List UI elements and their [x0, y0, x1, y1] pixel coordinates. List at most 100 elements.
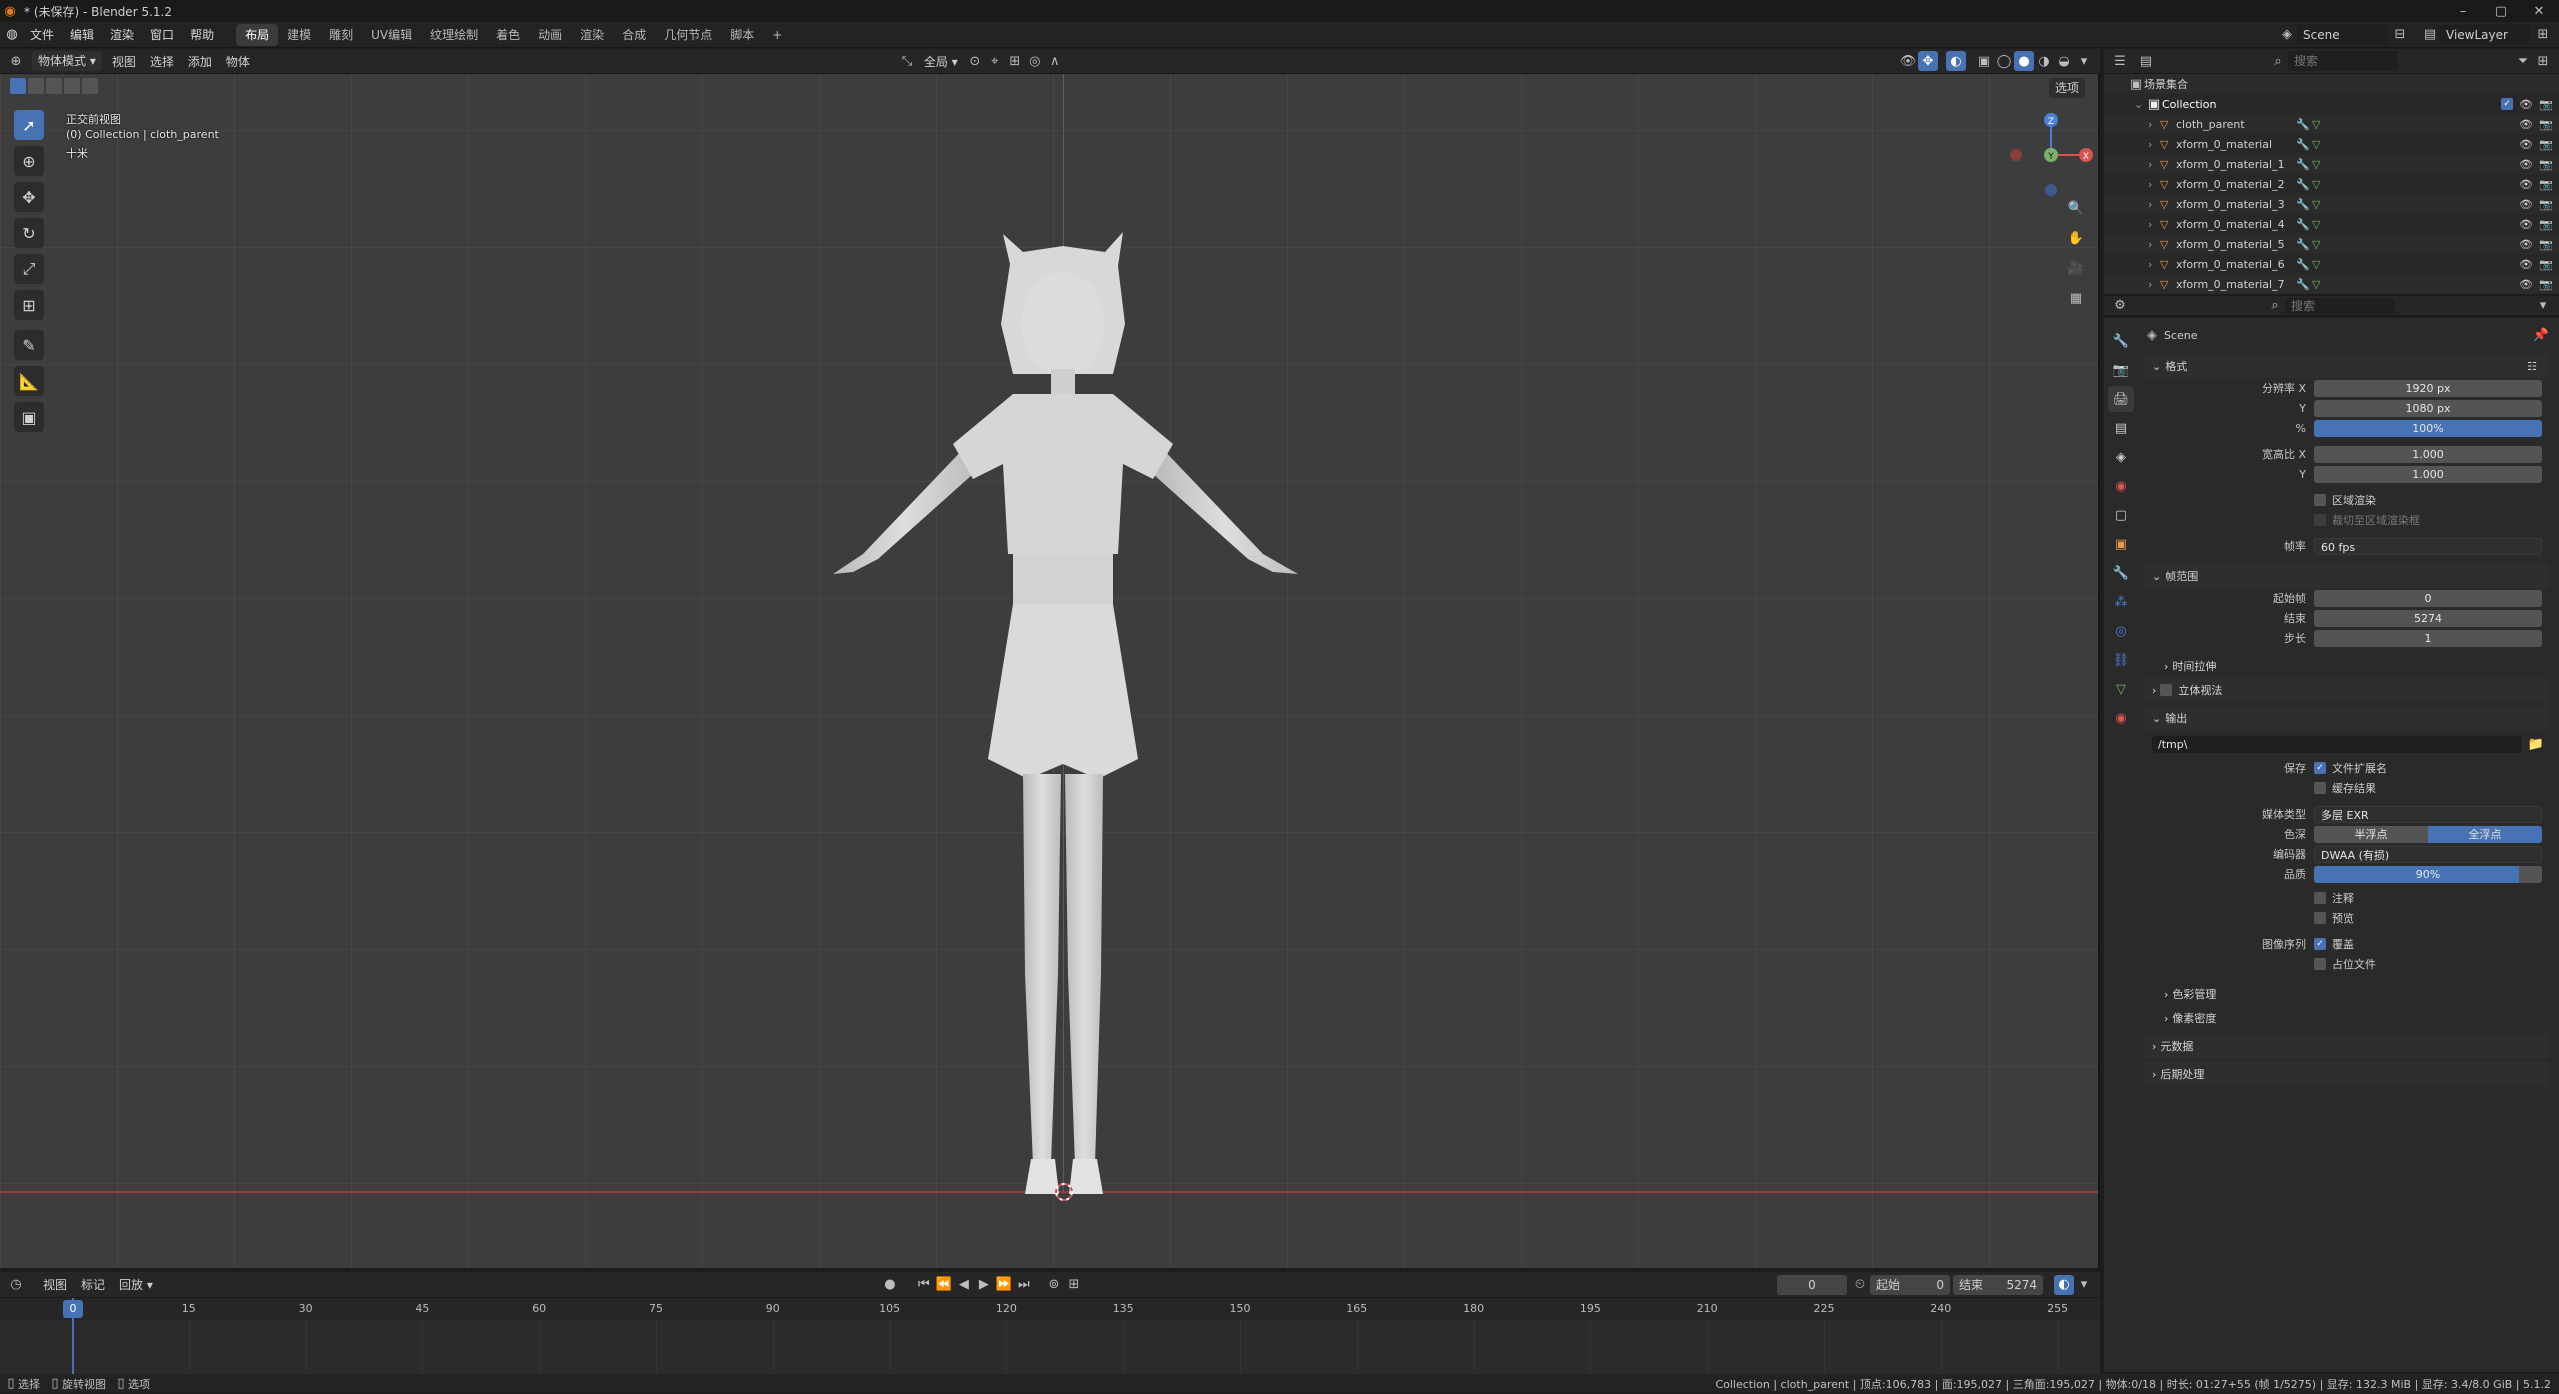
expand-arrow-icon[interactable]: › — [2148, 138, 2160, 151]
world-tab-icon[interactable]: ◉ — [2108, 473, 2134, 499]
3d-cursor-icon[interactable] — [1052, 1180, 1076, 1204]
properties-search-input[interactable]: 搜索 — [2285, 297, 2395, 314]
properties-editor-icon[interactable]: ⚙ — [2110, 296, 2130, 316]
eye-icon[interactable]: 👁 — [2519, 118, 2539, 131]
panel-metadata-header[interactable]: › 元数据 — [2144, 1034, 2549, 1058]
menu-edit[interactable]: 编辑 — [62, 22, 102, 48]
overwrite-checkbox[interactable]: ✓ — [2314, 938, 2326, 950]
placeholders-checkbox[interactable] — [2314, 958, 2326, 970]
crop-region-checkbox[interactable] — [2314, 514, 2326, 526]
full-float-button[interactable]: 全浮点 — [2428, 825, 2542, 843]
tab-texture-paint[interactable]: 纹理绘制 — [421, 24, 487, 46]
camera-icon[interactable]: 📷 — [2539, 138, 2559, 151]
close-icon[interactable]: ✕ — [2529, 1, 2549, 21]
outliner-row-object[interactable]: › ▽ xform_0_material_5 🔧 ▽ 👁 📷 — [2104, 234, 2559, 254]
expand-arrow-icon[interactable]: › — [2148, 278, 2160, 291]
menu-window[interactable]: 窗口 — [142, 22, 182, 48]
select-new-icon[interactable] — [10, 78, 26, 94]
camera-icon[interactable]: 📷 — [2539, 158, 2559, 171]
timeline-options-icon[interactable]: ▾ — [2074, 1275, 2094, 1295]
tab-sculpting[interactable]: 雕刻 — [320, 24, 362, 46]
tab-animation[interactable]: 动画 — [529, 24, 571, 46]
new-viewlayer-icon[interactable]: ⊞ — [2533, 25, 2553, 45]
play-icon[interactable]: ▶ — [974, 1275, 994, 1295]
physics-tab-icon[interactable]: ◎ — [2108, 618, 2134, 644]
mode-selector[interactable]: 物体模式 ▾ — [32, 51, 102, 71]
outliner-row-object[interactable]: › ▽ xform_0_material_2 🔧 ▽ 👁 📷 — [2104, 174, 2559, 194]
scene-tab-icon[interactable]: ◈ — [2108, 444, 2134, 470]
outliner-row-object[interactable]: › ▽ cloth_parent 🔧 ▽ 👁 📷 — [2104, 114, 2559, 134]
visibility-icon[interactable]: 👁 — [1898, 51, 1918, 71]
camera-view-icon[interactable]: 🎥 — [2066, 258, 2086, 278]
outliner-row-object[interactable]: › ▽ xform_0_material 🔧 ▽ 👁 📷 — [2104, 134, 2559, 154]
codec-dropdown[interactable]: DWAA (有损) — [2314, 845, 2542, 863]
aspect-y-field[interactable]: 1.000 — [2314, 465, 2542, 483]
expand-arrow-icon[interactable]: › — [2148, 178, 2160, 191]
pin-icon[interactable]: ⊟ — [2390, 25, 2410, 45]
scale-tool[interactable]: ⤢ — [14, 254, 44, 284]
res-y-field[interactable]: 1080 px — [2314, 399, 2542, 417]
region-render-checkbox[interactable] — [2314, 494, 2326, 506]
annotate-tool[interactable]: ✎ — [14, 330, 44, 360]
view-menu[interactable]: 视图 — [105, 53, 143, 70]
transform-orientation[interactable]: 全局 ▾ — [917, 53, 965, 70]
navigation-gizmo[interactable]: Z X Y — [2006, 110, 2096, 200]
expand-arrow-icon[interactable]: › — [2148, 118, 2160, 131]
prev-keyframe-icon[interactable]: ⏪ — [934, 1275, 954, 1295]
scene-selector[interactable]: Scene — [2297, 24, 2387, 45]
presets-icon[interactable]: ☷ — [2527, 360, 2537, 373]
tab-geometry-nodes[interactable]: 几何节点 — [655, 24, 721, 46]
eye-icon[interactable]: 👁 — [2519, 198, 2539, 211]
collection-tab-icon[interactable]: ▢ — [2108, 502, 2134, 528]
preview-range-icon[interactable]: ⏲ — [1850, 1275, 1870, 1295]
options-button[interactable]: 选项 — [2048, 78, 2085, 98]
tab-scripting[interactable]: 脚本 — [721, 24, 763, 46]
row-preview[interactable]: 预览 — [2144, 908, 2549, 928]
frame-start-field[interactable]: 0 — [2314, 589, 2542, 607]
file-ext-checkbox[interactable]: ✓ — [2314, 762, 2326, 774]
playhead-frame-badge[interactable]: 0 — [63, 1300, 83, 1318]
expand-arrow-icon[interactable]: › — [2148, 238, 2160, 251]
falloff-icon[interactable]: ∧ — [1045, 51, 1065, 71]
fps-dropdown[interactable]: 60 fps — [2314, 537, 2542, 555]
output-path-field[interactable]: /tmp\ — [2152, 735, 2522, 753]
select-extend-icon[interactable] — [28, 78, 44, 94]
tool-tab-icon[interactable]: 🔧 — [2108, 328, 2134, 354]
viewlayer-selector[interactable]: ViewLayer — [2440, 24, 2530, 45]
pan-hand-icon[interactable]: ✋ — [2066, 228, 2086, 248]
end-frame-field[interactable]: 结束 5274 — [1953, 1274, 2043, 1295]
keyframe-type-icon[interactable]: ⊞ — [1064, 1275, 1084, 1295]
eye-icon[interactable]: 👁 — [2519, 138, 2539, 151]
modifier-tab-icon[interactable]: 🔧 — [2108, 560, 2134, 586]
xray-icon[interactable]: ▣ — [1974, 51, 1994, 71]
overlay-icon[interactable]: ◐ — [1946, 51, 1966, 71]
camera-icon[interactable]: 📷 — [2539, 178, 2559, 191]
eye-icon[interactable]: 👁 — [2519, 278, 2539, 291]
timeline-overlay-icon[interactable]: ◐ — [2054, 1274, 2074, 1295]
proportional-edit-icon[interactable]: ◎ — [1025, 51, 1045, 71]
eye-icon[interactable]: 👁 — [2519, 158, 2539, 171]
media-type-dropdown[interactable]: 多层 EXR — [2314, 805, 2542, 823]
folder-icon[interactable]: 📁 — [2526, 734, 2546, 754]
expand-arrow-icon[interactable]: › — [2148, 158, 2160, 171]
eye-icon[interactable]: 👁 — [2519, 258, 2539, 271]
camera-icon[interactable]: 📷 — [2539, 258, 2559, 271]
pivot-icon[interactable]: ⊙ — [965, 51, 985, 71]
zoom-icon[interactable]: 🔍 — [2066, 198, 2086, 218]
maximize-icon[interactable]: ▢ — [2491, 1, 2511, 21]
frame-end-field[interactable]: 5274 — [2314, 609, 2542, 627]
subpanel-color-management[interactable]: › 色彩管理 — [2144, 982, 2549, 1006]
collection-exclude-checkbox[interactable]: ✓ — [2501, 98, 2513, 110]
expand-arrow-icon[interactable]: › — [2148, 218, 2160, 231]
transform-tool[interactable]: ⊞ — [14, 290, 44, 320]
row-crop-region[interactable]: 裁切至区域渲染框 — [2144, 510, 2549, 530]
camera-icon[interactable]: 📷 — [2539, 218, 2559, 231]
particles-tab-icon[interactable]: ⁂ — [2108, 589, 2134, 615]
new-collection-icon[interactable]: ⊞ — [2533, 51, 2553, 71]
output-tab-icon[interactable]: 🖨 — [2108, 386, 2134, 412]
menu-file[interactable]: 文件 — [22, 22, 62, 48]
add-workspace-button[interactable]: + — [763, 24, 791, 46]
jump-end-icon[interactable]: ⏭ — [1014, 1275, 1034, 1295]
panel-stereo-header[interactable]: › 立体视法 — [2144, 678, 2549, 702]
view-layer-tab-icon[interactable]: ▤ — [2108, 415, 2134, 441]
